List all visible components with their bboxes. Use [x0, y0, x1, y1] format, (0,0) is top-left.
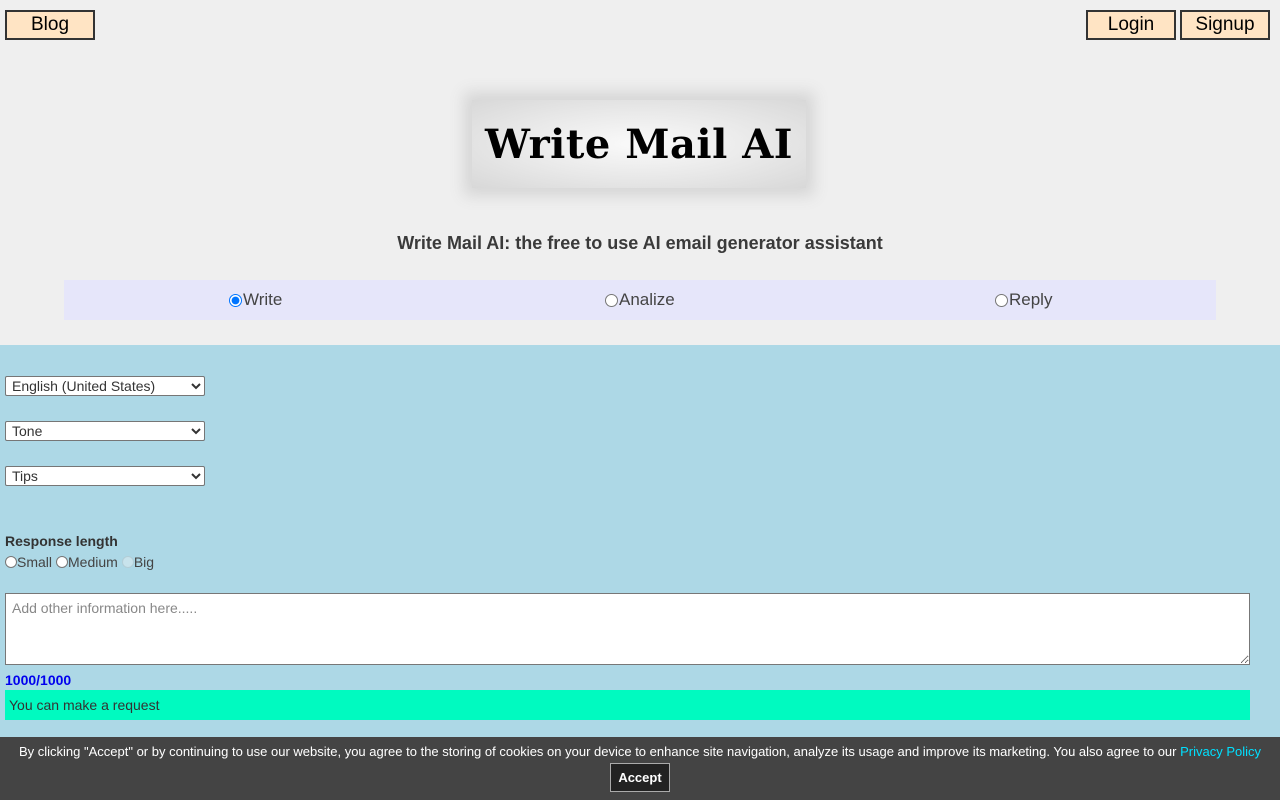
tips-select[interactable]: Tips — [5, 466, 205, 486]
signup-button[interactable]: Signup — [1180, 10, 1270, 40]
mode-analize-radio[interactable] — [605, 293, 618, 307]
length-medium-label: Medium — [68, 554, 118, 570]
mode-analize-option[interactable]: Analize — [605, 280, 675, 320]
cookie-message-line: By clicking "Accept" or by continuing to… — [0, 744, 1280, 759]
length-small-label: Small — [17, 554, 53, 570]
top-nav: Blog Login Signup — [5, 10, 1270, 40]
mode-reply-option[interactable]: Reply — [995, 280, 1052, 320]
length-big-label: Big — [133, 554, 155, 570]
page-subtitle: Write Mail AI: the free to use AI email … — [397, 233, 883, 253]
length-small-radio[interactable] — [5, 556, 17, 568]
mode-write-radio[interactable] — [229, 293, 242, 307]
mode-analize-label: Analize — [619, 290, 675, 309]
mode-write-label: Write — [243, 290, 283, 309]
language-select[interactable]: English (United States) — [5, 376, 205, 396]
logo: Write Mail AI — [472, 100, 806, 188]
privacy-policy-link[interactable]: Privacy Policy — [1180, 744, 1261, 759]
mode-reply-radio[interactable] — [995, 293, 1008, 307]
mode-selector: Write Analize Reply — [64, 280, 1216, 320]
character-counter: 1000/1000 — [5, 672, 72, 688]
response-length-options: Small Medium Big — [5, 554, 158, 570]
length-big-radio[interactable] — [121, 556, 134, 568]
response-length-label: Response length — [5, 533, 118, 549]
mode-reply-label: Reply — [1009, 290, 1053, 309]
length-medium-option[interactable]: Medium — [56, 554, 118, 570]
cookie-accept-button[interactable]: Accept — [610, 763, 670, 792]
logo-text: Write Mail AI — [484, 120, 793, 168]
tone-select[interactable]: Tone — [5, 421, 205, 441]
other-info-textarea[interactable] — [5, 593, 1250, 665]
length-big-option[interactable]: Big — [121, 554, 155, 570]
status-message: You can make a request — [5, 690, 1250, 720]
cookie-banner: By clicking "Accept" or by continuing to… — [0, 737, 1280, 800]
mode-write-option[interactable]: Write — [229, 280, 282, 320]
login-button[interactable]: Login — [1086, 10, 1176, 40]
main-form: English (United States) Tone Tips Respon… — [0, 345, 1280, 800]
length-small-option[interactable]: Small — [5, 554, 52, 570]
cookie-message: By clicking "Accept" or by continuing to… — [18, 744, 1177, 759]
length-medium-radio[interactable] — [56, 556, 69, 568]
blog-button[interactable]: Blog — [5, 10, 95, 40]
